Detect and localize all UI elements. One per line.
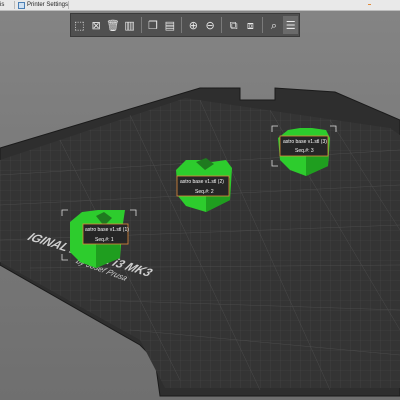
- tab-plater-label: is: [0, 2, 5, 8]
- object-2-name: astro base v1.stl (2): [180, 179, 224, 185]
- tab-divider: [14, 1, 15, 9]
- arrange-button[interactable]: ▥: [122, 16, 137, 34]
- layers-icon: ☰: [285, 18, 296, 32]
- remove-instance-button[interactable]: ⊖: [203, 16, 218, 34]
- object-1-name: astro base v1.stl (1): [85, 227, 129, 233]
- layers-button[interactable]: ☰: [283, 16, 299, 34]
- delete-all-icon: 🗑: [105, 18, 120, 32]
- toolbar-divider: [221, 17, 223, 33]
- add-instance-icon: ⊕: [188, 18, 198, 32]
- split-objects-icon: ⧉: [229, 18, 238, 32]
- tab-printer-settings[interactable]: Printer Settings: [18, 0, 68, 10]
- object-3-name: astro base v1.stl (3): [283, 139, 327, 145]
- 3d-viewport[interactable]: IGINAL PRUSA i3 MK3 by Josef Prusa astro…: [0, 11, 400, 400]
- delete-button[interactable]: ⊠: [89, 16, 104, 34]
- add-object-button[interactable]: ⬚: [72, 16, 87, 34]
- paste-icon: ▤: [164, 18, 176, 32]
- object-1-seq-label: Seq.#: 1: [95, 237, 114, 243]
- window-indicator: [368, 4, 371, 5]
- tab-divider: [68, 1, 69, 9]
- remove-instance-icon: ⊖: [205, 18, 215, 32]
- object-2-seq: Seq.#: 2: [195, 189, 214, 195]
- split-parts-button[interactable]: ⧈: [243, 16, 258, 34]
- delete-all-button[interactable]: 🗑: [105, 16, 120, 34]
- search-icon: ⌕: [270, 18, 278, 32]
- tab-bar: is Printer Settings: [0, 0, 400, 11]
- add-instance-button[interactable]: ⊕: [186, 16, 201, 34]
- scene-svg: IGINAL PRUSA i3 MK3 by Josef Prusa astro…: [0, 87, 400, 397]
- split-objects-button[interactable]: ⧉: [226, 16, 241, 34]
- tab-printer-settings-label: Printer Settings: [27, 2, 69, 8]
- add-icon: ⬚: [74, 18, 85, 32]
- toolbar-divider: [181, 17, 183, 33]
- tab-plater[interactable]: is: [0, 0, 4, 10]
- printer-icon: [18, 1, 25, 9]
- arrange-icon: ▥: [124, 18, 135, 32]
- split-parts-icon: ⧈: [246, 18, 254, 32]
- copy-button[interactable]: ❐: [146, 16, 161, 34]
- paste-button[interactable]: ▤: [162, 16, 177, 34]
- copy-icon: ❐: [148, 18, 159, 32]
- search-button[interactable]: ⌕: [267, 16, 282, 34]
- toolbar-divider: [261, 17, 263, 33]
- delete-icon: ⊠: [91, 18, 101, 32]
- toolbar-divider: [140, 17, 142, 33]
- object-3-seq: Seq.#: 3: [295, 148, 314, 154]
- plater-toolbar: ⬚ ⊠ 🗑 ▥ ❐ ▤ ⊕ ⊖ ⧉ ⧈ ⌕ ☰: [70, 13, 300, 37]
